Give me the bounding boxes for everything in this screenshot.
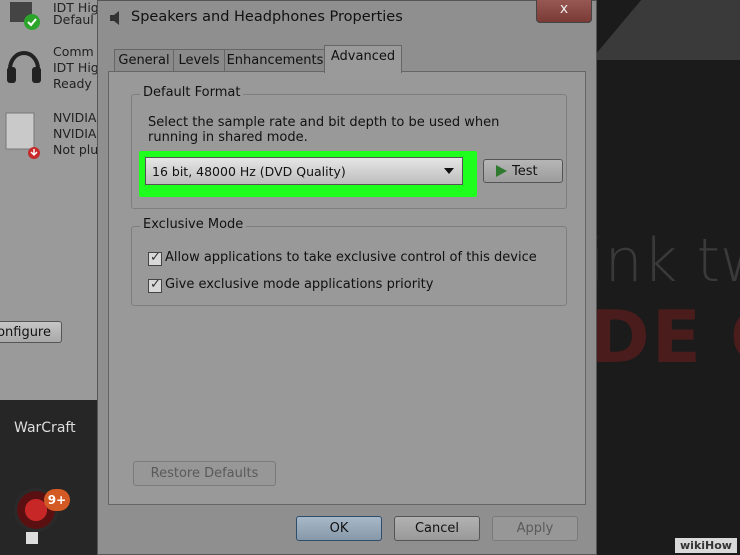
device-item-nvidia[interactable]: NVIDIA NVIDIA Not plu xyxy=(0,106,108,159)
device-name: NVIDIA xyxy=(53,110,97,125)
monitor-icon xyxy=(5,112,40,159)
tab-advanced[interactable]: Advanced xyxy=(324,45,402,73)
close-button[interactable]: x xyxy=(536,0,592,23)
group-title: Exclusive Mode xyxy=(140,217,247,232)
notification-badge: 9+ xyxy=(44,489,70,511)
device-name: Comm xyxy=(53,44,94,59)
tab-enhancements[interactable]: Enhancements xyxy=(224,49,326,72)
desktop-background: ink tw DE C xyxy=(596,0,740,555)
wikihow-watermark: wikiHow xyxy=(675,538,737,553)
close-icon: x xyxy=(559,1,569,17)
shortcut-arrow-icon xyxy=(26,532,38,544)
checkmark-icon: ✓ xyxy=(150,250,161,265)
device-driver: NVIDIA xyxy=(53,126,97,141)
format-dropdown[interactable]: 16 bit, 48000 Hz (DVD Quality) xyxy=(145,157,463,185)
configure-button[interactable]: onfigure xyxy=(0,321,62,343)
exclusive-mode-group: Exclusive Mode xyxy=(131,217,567,306)
group-title: Default Format xyxy=(140,85,244,100)
playback-devices-window: IDT Hig Defaul Comm IDT Hig Ready NVIDIA… xyxy=(0,0,109,400)
device-status: Ready xyxy=(53,76,92,91)
title-bar[interactable]: Speakers and Headphones Properties x xyxy=(98,0,596,35)
restore-defaults-button[interactable]: Restore Defaults xyxy=(133,461,276,486)
format-dropdown-value: 16 bit, 48000 Hz (DVD Quality) xyxy=(152,164,346,179)
headset-icon xyxy=(7,51,41,83)
apply-button[interactable]: Apply xyxy=(492,516,578,541)
checkbox-label: Allow applications to take exclusive con… xyxy=(165,250,537,265)
taskbar-app-label[interactable]: WarCraft xyxy=(14,420,76,436)
exclusive-control-checkbox[interactable]: ✓ xyxy=(148,250,162,266)
device-status: Defaul xyxy=(53,12,94,27)
dialog-title: Speakers and Headphones Properties xyxy=(131,9,403,25)
chevron-down-icon xyxy=(444,168,454,174)
background-stripe xyxy=(596,0,740,60)
speaker-icon xyxy=(10,2,40,30)
ok-button[interactable]: OK xyxy=(296,516,382,541)
device-driver: IDT Hig xyxy=(53,60,99,75)
speaker-icon xyxy=(110,11,119,25)
tab-general[interactable]: General xyxy=(114,49,174,72)
background-text: ink tw xyxy=(596,226,740,296)
advanced-tab-panel: Default Format Select the sample rate an… xyxy=(108,71,586,505)
test-button[interactable]: Test xyxy=(483,159,563,183)
checkmark-icon: ✓ xyxy=(150,277,161,292)
tab-levels[interactable]: Levels xyxy=(173,49,225,72)
cancel-button[interactable]: Cancel xyxy=(394,516,480,541)
checkbox-label: Give exclusive mode applications priorit… xyxy=(165,277,434,292)
device-item-headset[interactable]: Comm IDT Hig Ready xyxy=(0,40,108,91)
device-status: Not plu xyxy=(53,142,99,157)
background-text-red: DE C xyxy=(596,295,740,379)
properties-dialog: Speakers and Headphones Properties x Gen… xyxy=(97,0,597,555)
exclusive-priority-checkbox[interactable]: ✓ xyxy=(148,277,162,293)
play-icon xyxy=(496,165,507,177)
test-button-label: Test xyxy=(512,164,538,179)
format-description: Select the sample rate and bit depth to … xyxy=(148,115,500,145)
